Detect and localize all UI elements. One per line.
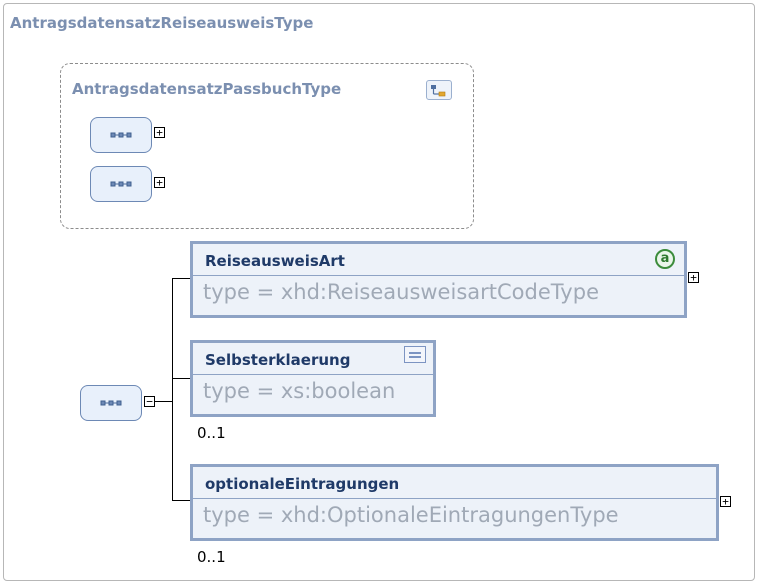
element-type: type = xs:boolean — [203, 379, 396, 403]
element-optionaleeintragungen[interactable]: optionaleEintragungen type = xhd:Optiona… — [190, 464, 719, 541]
outer-type-title: AntragsdatensatzReiseausweisType — [10, 14, 314, 32]
expand-toggle[interactable]: + — [154, 127, 165, 138]
element-selbsterklaerung[interactable]: Selbsterklaerung type = xs:boolean — [190, 340, 436, 417]
sequence-icon — [100, 400, 122, 406]
sequence-compositor[interactable] — [90, 166, 152, 202]
element-divider — [193, 275, 684, 276]
complex-type-icon — [426, 80, 452, 100]
documentation-icon — [404, 346, 426, 363]
main-sequence-compositor[interactable] — [80, 385, 142, 421]
expand-toggle[interactable]: + — [154, 177, 165, 188]
element-name: ReiseausweisArt — [205, 252, 345, 270]
sequence-icon — [110, 181, 132, 187]
sequence-icon — [110, 132, 132, 138]
element-reiseausweisart[interactable]: ReiseausweisArt type = xhd:Reiseausweisa… — [190, 241, 687, 318]
occurrence-label: 0..1 — [197, 424, 226, 442]
group-reference-title: AntragsdatensatzPassbuchType — [72, 80, 342, 98]
element-name: optionaleEintragungen — [205, 475, 400, 493]
element-type: type = xhd:ReiseausweisartCodeType — [203, 280, 599, 304]
element-name: Selbsterklaerung — [205, 351, 351, 369]
expand-toggle[interactable]: + — [720, 496, 731, 507]
element-divider — [193, 498, 716, 499]
connector-trunk — [172, 278, 174, 500]
sequence-compositor[interactable] — [90, 117, 152, 153]
element-type: type = xhd:OptionaleEintragungenType — [203, 503, 619, 527]
occurrence-label: 0..1 — [197, 548, 226, 566]
collapse-toggle[interactable]: − — [144, 396, 155, 407]
connector-branch — [172, 500, 190, 502]
connector-branch — [172, 278, 190, 280]
connector-line — [155, 401, 173, 403]
expand-toggle[interactable]: + — [688, 272, 699, 283]
connector-branch — [172, 378, 190, 380]
attribute-icon: a — [655, 249, 675, 269]
element-divider — [193, 374, 433, 375]
